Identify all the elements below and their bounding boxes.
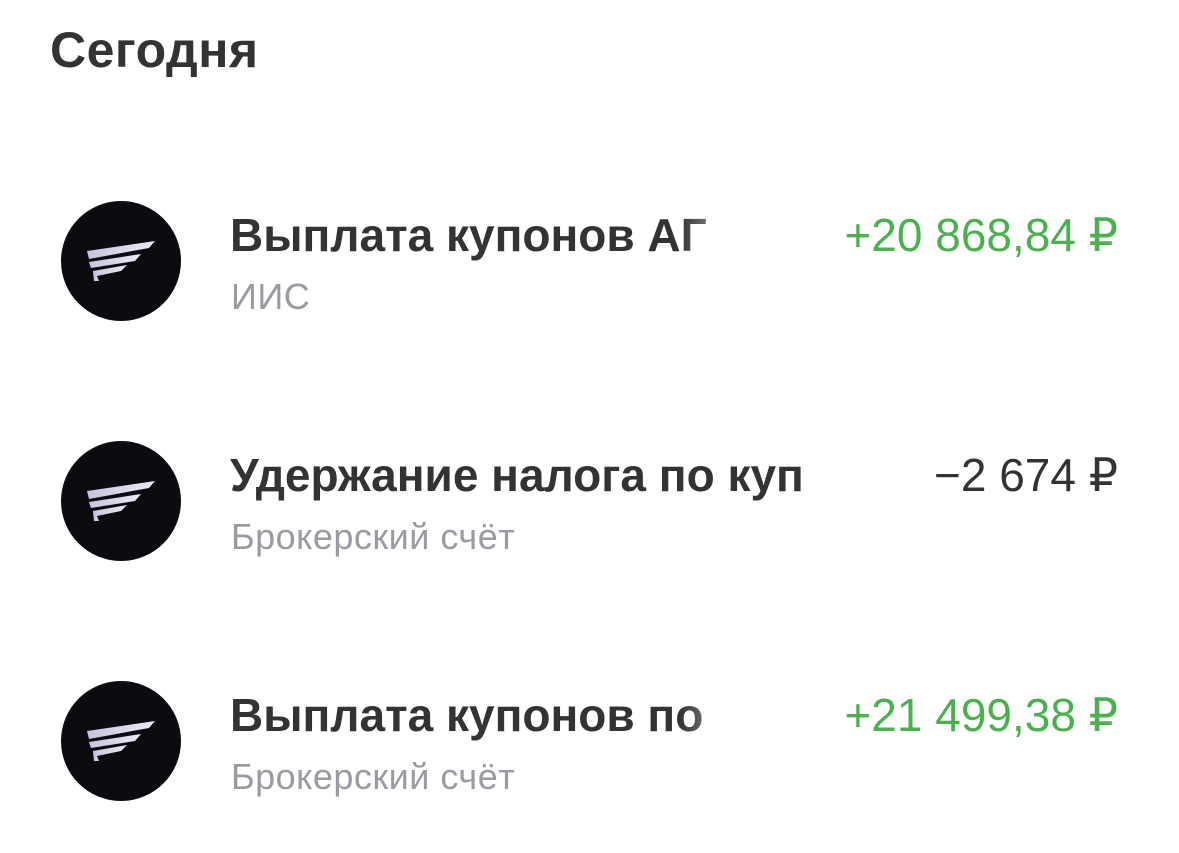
operation-account: ИИС: [231, 276, 311, 317]
operation-title: Удержание налога по куп: [230, 449, 804, 501]
operation-amount: −2 674 ₽: [933, 449, 1118, 501]
wing-logo-icon: [87, 481, 155, 521]
operation-title: Выплата купонов АГ: [230, 209, 707, 261]
operation-title-wrap: Выплата купонов АГ: [230, 205, 770, 265]
section-title: Сегодня: [50, 22, 259, 78]
operation-account: Брокерский счёт: [231, 516, 516, 557]
operation-title: Выплата купонов по: [230, 689, 704, 741]
operation-title-wrap: Удержание налога по куп: [230, 445, 890, 505]
wing-logo-icon: [87, 241, 155, 281]
operation-row[interactable]: Удержание налога по куп Брокерский счёт …: [0, 420, 1179, 580]
operation-account: Брокерский счёт: [231, 756, 516, 797]
operation-amount: +21 499,38 ₽: [844, 689, 1118, 741]
operation-row[interactable]: Выплата купонов по Брокерский счёт +21 4…: [0, 660, 1179, 820]
operation-title-wrap: Выплата купонов по: [230, 685, 770, 745]
operation-avatar: [61, 441, 181, 561]
operation-amount: +20 868,84 ₽: [844, 209, 1118, 261]
operation-avatar: [61, 681, 181, 801]
operation-avatar: [61, 201, 181, 321]
wing-logo-icon: [87, 721, 155, 761]
operation-row[interactable]: Выплата купонов АГ ИИС +20 868,84 ₽: [0, 180, 1179, 340]
